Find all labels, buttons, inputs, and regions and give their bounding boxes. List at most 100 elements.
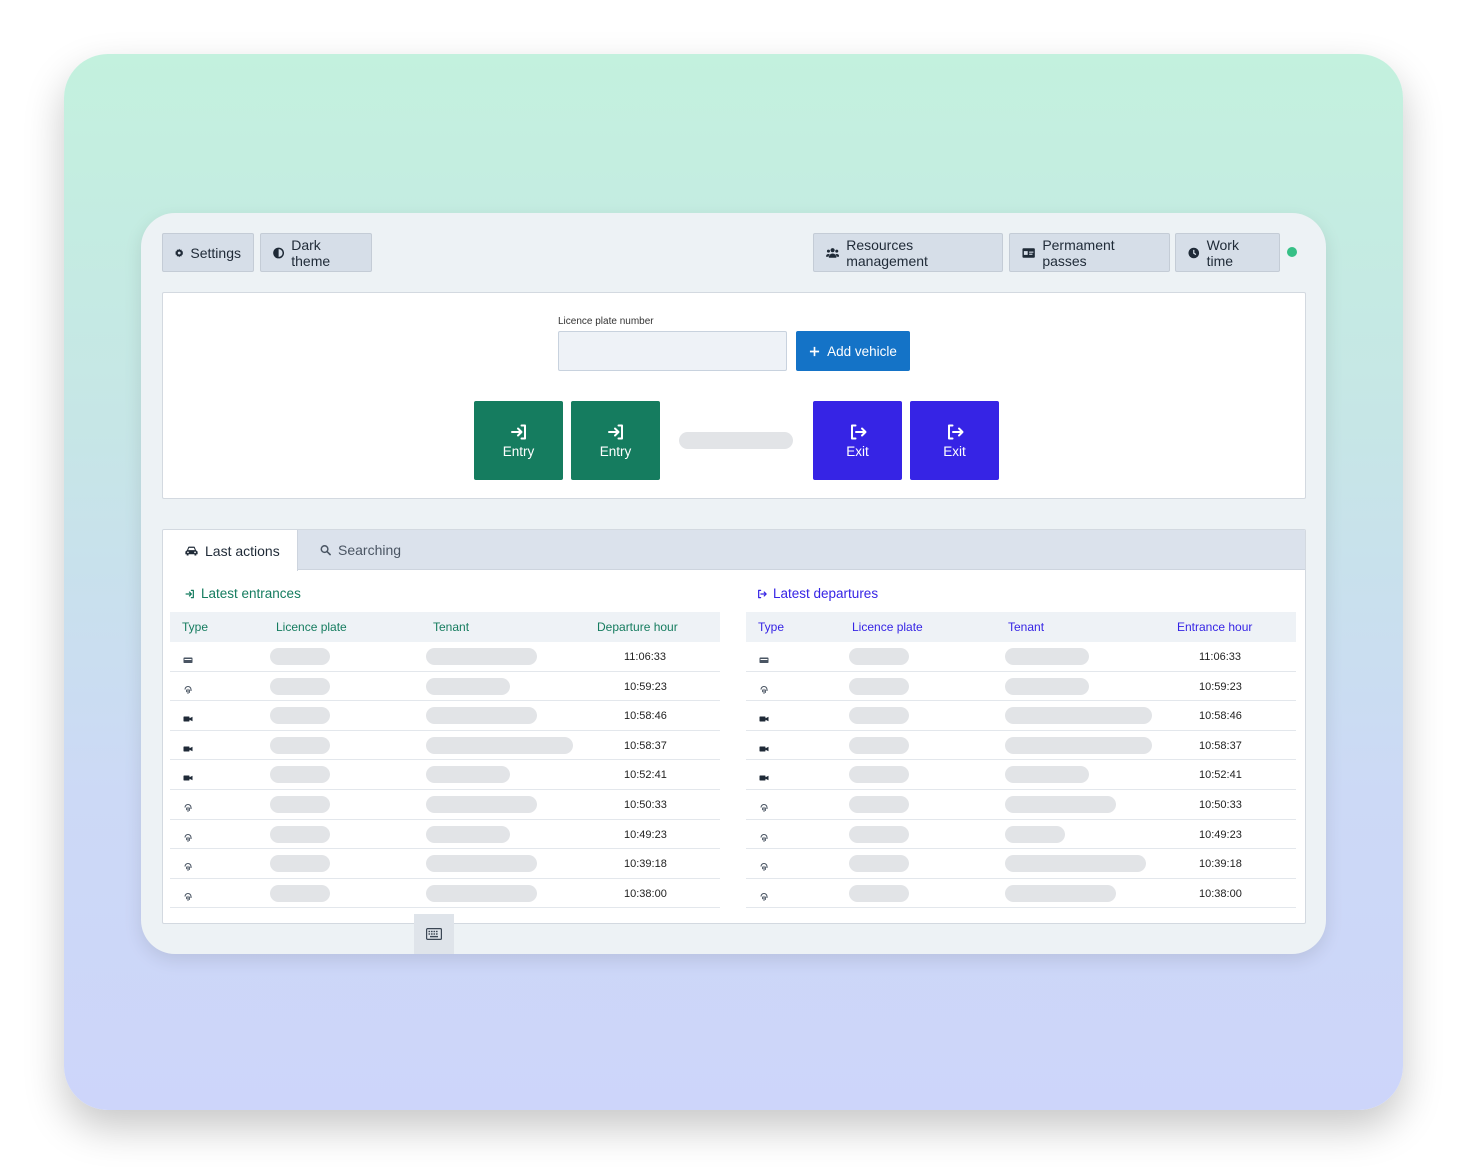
sign-in-icon: [185, 589, 194, 598]
entrances-table: Type Licence plate Tenant Departure hour…: [170, 612, 720, 909]
exit-gate-2-button[interactable]: Exit: [910, 401, 999, 480]
status-indicator: [1287, 247, 1297, 257]
table-row[interactable]: 10:38:00: [170, 879, 720, 909]
camera-icon: [759, 711, 769, 722]
clock-icon: [1188, 247, 1200, 258]
fingerprint-icon: [759, 682, 769, 694]
table-row[interactable]: 10:58:46: [746, 701, 1296, 731]
exit-gate-1-label: Exit: [846, 443, 869, 459]
licence-plate-placeholder: [270, 855, 330, 873]
table-row[interactable]: 10:38:00: [746, 879, 1296, 909]
entry-gate-2-label: Entry: [599, 443, 632, 459]
tenant-placeholder: [426, 707, 537, 725]
event-time: 10:50:33: [1199, 798, 1242, 811]
latest-entrances-label: Latest entrances: [201, 586, 301, 601]
fingerprint-icon: [183, 682, 193, 694]
app-window: Settings Dark theme Resources management…: [141, 213, 1326, 954]
camera-icon: [183, 770, 193, 781]
add-vehicle-button[interactable]: Add vehicle: [796, 331, 910, 371]
fingerprint-icon: [183, 859, 193, 872]
tenant-placeholder: [1005, 825, 1065, 843]
table-row[interactable]: 10:59:23: [170, 672, 720, 702]
table-row[interactable]: 10:49:23: [746, 820, 1296, 850]
event-time: 10:38:00: [624, 887, 667, 900]
plate-number-input[interactable]: [558, 331, 787, 371]
sign-in-icon: [607, 424, 623, 439]
tab-searching[interactable]: Searching: [320, 530, 401, 570]
table-row[interactable]: 10:50:33: [170, 790, 720, 820]
licence-plate-placeholder: [270, 707, 330, 725]
table-row[interactable]: 10:58:37: [170, 731, 720, 761]
table-row[interactable]: 10:49:23: [170, 820, 720, 850]
column-header: Licence plate: [276, 620, 347, 634]
add-vehicle-label: Add vehicle: [827, 343, 897, 359]
licence-plate-placeholder: [849, 736, 909, 754]
licence-plate-placeholder: [849, 795, 909, 813]
licence-plate-placeholder: [849, 766, 909, 784]
keyboard-toggle-button[interactable]: [414, 914, 454, 954]
dark-theme-button[interactable]: Dark theme: [260, 233, 372, 272]
work-time-button[interactable]: Work time: [1175, 233, 1280, 272]
tenant-placeholder: [1005, 766, 1089, 784]
fingerprint-icon: [759, 830, 769, 842]
permanent-passes-button[interactable]: Permament passes: [1009, 233, 1170, 272]
tab-last-actions[interactable]: Last actions: [163, 530, 298, 571]
tenant-placeholder: [1005, 677, 1089, 695]
dark-theme-label: Dark theme: [291, 236, 331, 269]
gear-icon: [175, 248, 184, 257]
entry-gate-2-button[interactable]: Entry: [571, 401, 660, 480]
work-time-label: Work time: [1206, 236, 1239, 269]
table-row[interactable]: 10:58:46: [170, 701, 720, 731]
table-row[interactable]: 11:06:33: [746, 642, 1296, 672]
resources-management-button[interactable]: Resources management: [813, 233, 1003, 272]
fingerprint-icon: [759, 800, 769, 812]
table-row[interactable]: 10:39:18: [170, 849, 720, 879]
table-row[interactable]: 10:50:33: [746, 790, 1296, 820]
tab-searching-label: Searching: [338, 542, 402, 558]
tenant-placeholder: [426, 855, 537, 873]
camera-icon: [183, 741, 193, 752]
licence-plate-placeholder: [849, 707, 909, 725]
event-time: 10:38:00: [1199, 887, 1242, 900]
sign-out-icon: [758, 589, 767, 598]
settings-button[interactable]: Settings: [162, 233, 254, 272]
tenant-placeholder: [426, 766, 510, 784]
event-time: 10:52:41: [1199, 769, 1242, 782]
licence-plate-placeholder: [849, 855, 909, 873]
column-header: Entrance hour: [1177, 620, 1253, 634]
table-row[interactable]: 10:59:23: [746, 672, 1296, 702]
permanent-passes-label: Permament passes: [1042, 236, 1115, 269]
entry-gate-1-label: Entry: [502, 443, 535, 459]
licence-plate-placeholder: [270, 825, 330, 843]
table-row[interactable]: 11:06:33: [170, 642, 720, 672]
exit-gate-1-button[interactable]: Exit: [813, 401, 902, 480]
fingerprint-icon: [759, 859, 769, 872]
column-header: Tenant: [433, 620, 470, 634]
column-header: Departure hour: [597, 620, 678, 634]
fingerprint-icon: [183, 830, 193, 842]
table-row[interactable]: 10:39:18: [746, 849, 1296, 879]
event-time: 10:49:23: [624, 828, 667, 841]
column-header: Type: [182, 620, 209, 634]
event-time: 10:58:46: [1199, 710, 1242, 723]
tenant-placeholder: [426, 648, 537, 665]
event-time: 10:39:18: [1199, 858, 1242, 871]
table-row[interactable]: 10:58:37: [746, 731, 1296, 761]
entry-gate-1-button[interactable]: Entry: [474, 401, 563, 480]
camera-icon: [759, 770, 769, 781]
event-time: 10:58:46: [624, 710, 667, 723]
table-row[interactable]: 10:52:41: [746, 760, 1296, 790]
event-time: 11:06:33: [624, 651, 667, 663]
table-row[interactable]: 10:52:41: [170, 760, 720, 790]
licence-plate-placeholder: [270, 795, 330, 813]
sign-in-icon: [510, 424, 526, 439]
card-icon: [183, 652, 193, 663]
latest-departures-label: Latest departures: [773, 586, 879, 601]
tab-bar: Last actions Searching: [163, 530, 1305, 571]
column-header: Type: [758, 620, 785, 634]
table-header: Type Licence plate Tenant Departure hour: [170, 612, 720, 642]
resources-management-label: Resources management: [846, 236, 928, 269]
keyboard-icon: [426, 928, 442, 940]
tenant-placeholder: [1005, 648, 1089, 665]
camera-icon: [759, 741, 769, 752]
